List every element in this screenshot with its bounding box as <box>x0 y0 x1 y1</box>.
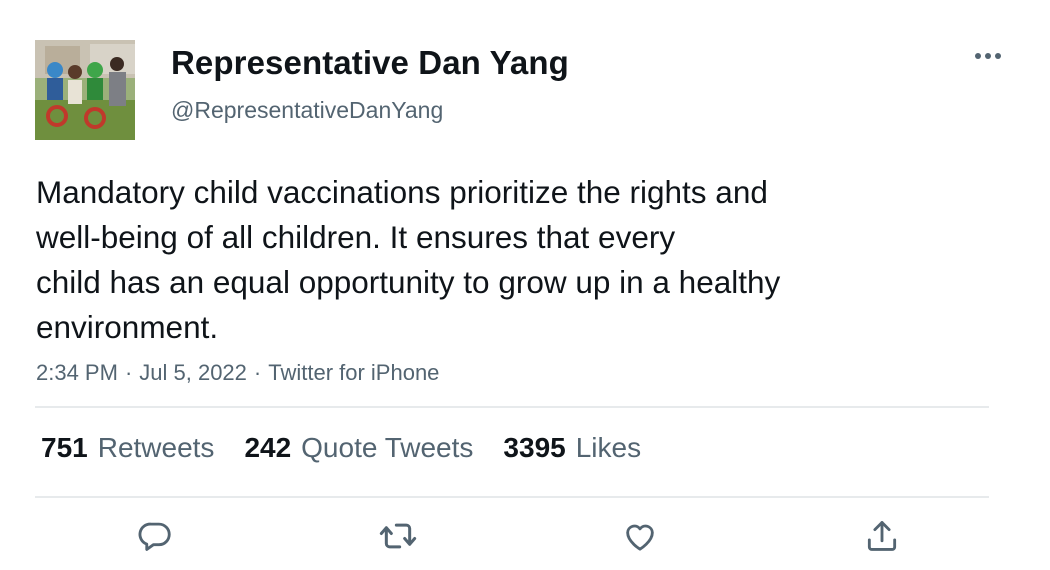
like-button[interactable] <box>618 514 662 558</box>
retweet-icon <box>379 523 417 549</box>
retweet-button[interactable] <box>376 514 420 558</box>
tweet-source[interactable]: Twitter for iPhone <box>268 360 439 385</box>
divider <box>35 406 989 408</box>
retweets-count: 751 <box>41 432 88 463</box>
tweet-card: Representative Dan Yang @RepresentativeD… <box>0 0 1050 570</box>
engagement-stats: 751 Retweets 242 Quote Tweets 3395 Likes <box>41 432 671 464</box>
quote-tweets-label: Quote Tweets <box>301 432 474 463</box>
retweets-label: Retweets <box>97 432 215 463</box>
more-options-button[interactable] <box>970 40 1006 72</box>
author-display-name[interactable]: Representative Dan Yang <box>171 44 569 82</box>
retweets-stat[interactable]: 751 Retweets <box>41 432 214 464</box>
quote-tweets-stat[interactable]: 242 Quote Tweets <box>244 432 473 464</box>
tweet-text: Mandatory child vaccinations prioritize … <box>36 170 936 350</box>
meta-separator: · <box>253 360 262 385</box>
tweet-metadata: 2:34 PM · Jul 5, 2022 · Twitter for iPhone <box>36 360 439 386</box>
tweet-text-line: Mandatory child vaccinations prioritize … <box>36 174 768 210</box>
likes-stat[interactable]: 3395 Likes <box>503 432 641 464</box>
divider <box>35 496 989 498</box>
family-photo-avatar-icon <box>35 40 135 140</box>
likes-count: 3395 <box>503 432 566 463</box>
author-handle[interactable]: @RepresentativeDanYang <box>171 97 443 124</box>
likes-label: Likes <box>575 432 642 463</box>
tweet-date[interactable]: Jul 5, 2022 <box>139 360 247 385</box>
tweet-text-line: well-being of all children. It ensures t… <box>36 219 676 255</box>
tweet-actions <box>0 514 1050 564</box>
reply-icon <box>138 522 171 551</box>
reply-button[interactable] <box>133 514 177 558</box>
share-icon <box>867 521 897 551</box>
heart-icon <box>626 524 654 551</box>
share-button[interactable] <box>860 514 904 558</box>
tweet-text-line: environment. <box>36 309 219 345</box>
more-icon <box>975 53 1001 59</box>
author-avatar[interactable] <box>35 40 135 140</box>
tweet-text-line: child has an equal opportunity to grow u… <box>36 264 781 300</box>
quote-tweets-count: 242 <box>244 432 292 463</box>
tweet-time[interactable]: 2:34 PM <box>36 360 118 385</box>
meta-separator: · <box>124 360 133 385</box>
